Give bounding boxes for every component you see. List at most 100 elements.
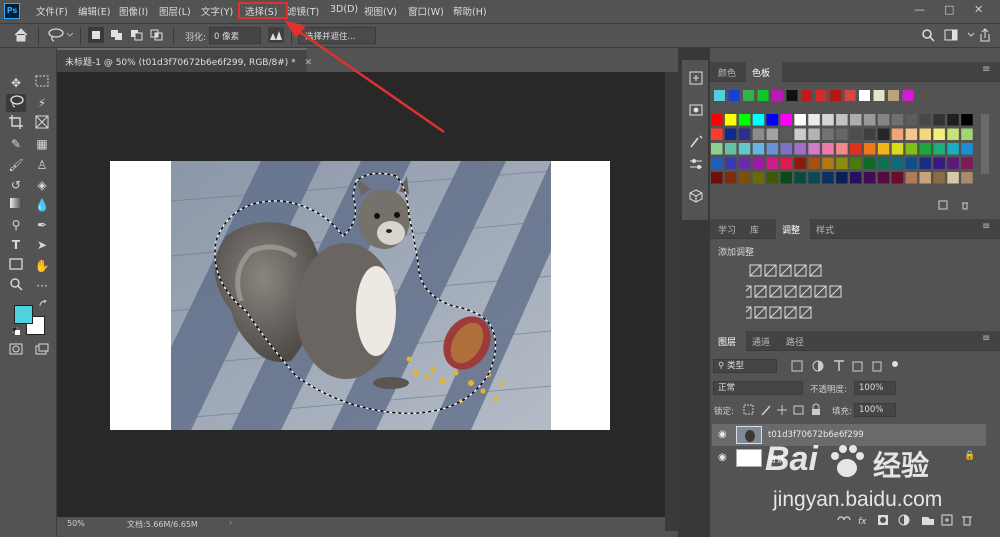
recent-swatch[interactable] xyxy=(772,90,783,101)
color-swatch[interactable] xyxy=(822,114,834,126)
color-swatch[interactable] xyxy=(738,128,751,141)
color-swatch[interactable] xyxy=(780,172,793,184)
color-swatch[interactable] xyxy=(933,157,945,170)
tab-layers[interactable]: 图层 xyxy=(718,335,736,348)
marquee-tool-icon[interactable] xyxy=(32,74,52,92)
swatch-grid-svg[interactable] xyxy=(710,113,980,199)
color-swatch[interactable] xyxy=(891,128,904,141)
tab-learn[interactable]: 学习 xyxy=(718,223,736,236)
color-swatch[interactable] xyxy=(822,157,834,170)
3d-cube-icon[interactable] xyxy=(688,188,704,204)
delete-swatch-icon[interactable] xyxy=(960,200,970,210)
menu-edit[interactable]: 编辑(E) xyxy=(78,4,110,18)
color-swatch[interactable] xyxy=(822,172,834,184)
layer-filter-select[interactable]: ⚲ 类型 xyxy=(713,359,777,373)
color-swatch[interactable] xyxy=(780,143,793,155)
color-swatch[interactable] xyxy=(961,114,973,126)
properties-icon[interactable] xyxy=(688,102,704,118)
color-swatch[interactable] xyxy=(808,114,820,126)
type-tool-icon[interactable]: T xyxy=(6,236,26,254)
color-swatch[interactable] xyxy=(947,128,959,141)
color-swatch[interactable] xyxy=(822,128,834,141)
adjustment-icon[interactable] xyxy=(739,285,752,298)
screen-mode-icon[interactable] xyxy=(32,342,52,360)
swatches-scrollbar[interactable] xyxy=(981,114,989,174)
color-swatch[interactable] xyxy=(836,157,848,170)
color-swatch[interactable] xyxy=(794,128,806,141)
brush-settings-icon[interactable] xyxy=(688,134,704,150)
more-tools-icon[interactable]: ··· xyxy=(32,277,52,295)
new-selection-icon[interactable] xyxy=(88,27,104,43)
color-swatch[interactable] xyxy=(738,172,751,184)
lasso-tool-icon[interactable] xyxy=(6,94,26,112)
color-swatch[interactable] xyxy=(752,143,765,155)
color-swatch[interactable] xyxy=(933,143,945,155)
visibility-eye-icon[interactable]: ◉ xyxy=(718,452,727,463)
minimize-button[interactable]: — xyxy=(914,3,925,16)
color-swatch[interactable] xyxy=(933,172,945,184)
add-selection-icon[interactable] xyxy=(109,27,125,43)
menu-file[interactable]: 文件(F) xyxy=(36,4,68,18)
document-tab[interactable]: 未标题-1 @ 50% (t01d3f70672b6e6f299, RGB/8#… xyxy=(57,48,312,72)
recent-swatch[interactable] xyxy=(801,90,812,101)
intersect-selection-icon[interactable] xyxy=(149,27,165,43)
menu-help[interactable]: 帮助(H) xyxy=(453,4,487,18)
color-swatch[interactable] xyxy=(711,172,723,184)
color-swatch[interactable] xyxy=(919,157,932,170)
share-icon[interactable] xyxy=(978,27,992,43)
zoom-level[interactable]: 50% xyxy=(67,519,85,528)
color-swatch[interactable] xyxy=(877,157,890,170)
stamp-tool-icon[interactable]: ♙ xyxy=(32,156,52,174)
visibility-eye-icon[interactable]: ◉ xyxy=(718,429,727,440)
recent-swatches-svg[interactable] xyxy=(714,89,974,103)
color-swatch[interactable] xyxy=(863,114,876,126)
color-swatch[interactable] xyxy=(794,114,806,126)
tab-adjustments[interactable]: 调整 xyxy=(782,223,800,236)
adjustment-icons-svg[interactable] xyxy=(739,263,856,321)
color-swatch[interactable] xyxy=(863,128,876,141)
recent-swatch[interactable] xyxy=(902,90,914,101)
color-swatch[interactable] xyxy=(891,157,904,170)
color-swatch[interactable] xyxy=(822,143,834,155)
color-swatch[interactable] xyxy=(863,143,876,155)
color-swatch[interactable] xyxy=(766,157,779,170)
color-swatch[interactable] xyxy=(850,114,862,126)
tab-swatches[interactable]: 色板 xyxy=(752,66,770,79)
color-swatch[interactable] xyxy=(850,157,862,170)
recent-swatch[interactable] xyxy=(786,90,798,101)
color-swatch[interactable] xyxy=(752,114,765,126)
color-swatch[interactable] xyxy=(794,172,806,184)
color-swatch[interactable] xyxy=(905,128,918,141)
history-icon[interactable] xyxy=(688,70,704,86)
panel-menu-icon[interactable]: ≡ xyxy=(982,221,990,232)
close-button[interactable]: ✕ xyxy=(974,3,983,16)
workspace-icon[interactable] xyxy=(944,28,958,42)
history-brush-tool-icon[interactable]: ↺ xyxy=(6,176,26,194)
canvas-vertical-scrollbar[interactable] xyxy=(665,72,678,531)
color-swatch[interactable] xyxy=(780,114,793,126)
color-swatch[interactable] xyxy=(836,143,848,155)
color-swatch[interactable] xyxy=(877,172,890,184)
recent-swatch[interactable] xyxy=(728,90,740,101)
color-swatch[interactable] xyxy=(752,128,765,141)
swap-colors-icon[interactable] xyxy=(39,299,49,308)
zoom-tool-icon[interactable] xyxy=(6,277,26,295)
color-swatch[interactable] xyxy=(808,128,820,141)
recent-swatch[interactable] xyxy=(830,90,841,101)
document-size[interactable]: 文档:5.66M/6.65M xyxy=(127,519,198,530)
color-swatch[interactable] xyxy=(863,157,876,170)
magic-wand-tool-icon[interactable]: ⚡ xyxy=(32,94,52,112)
adjustments-sliders-icon[interactable] xyxy=(688,156,704,172)
color-swatch[interactable] xyxy=(780,128,793,141)
recent-swatch[interactable] xyxy=(714,90,725,101)
color-swatch[interactable] xyxy=(808,143,820,155)
color-swatch[interactable] xyxy=(780,157,793,170)
blur-tool-icon[interactable]: 💧 xyxy=(32,196,52,214)
subtract-selection-icon[interactable] xyxy=(129,27,145,43)
crop-tool-icon[interactable] xyxy=(6,115,26,133)
color-swatch[interactable] xyxy=(711,157,723,170)
color-swatch[interactable] xyxy=(850,172,862,184)
color-swatch[interactable] xyxy=(850,143,862,155)
recent-swatch[interactable] xyxy=(757,90,769,101)
color-swatch[interactable] xyxy=(794,143,806,155)
